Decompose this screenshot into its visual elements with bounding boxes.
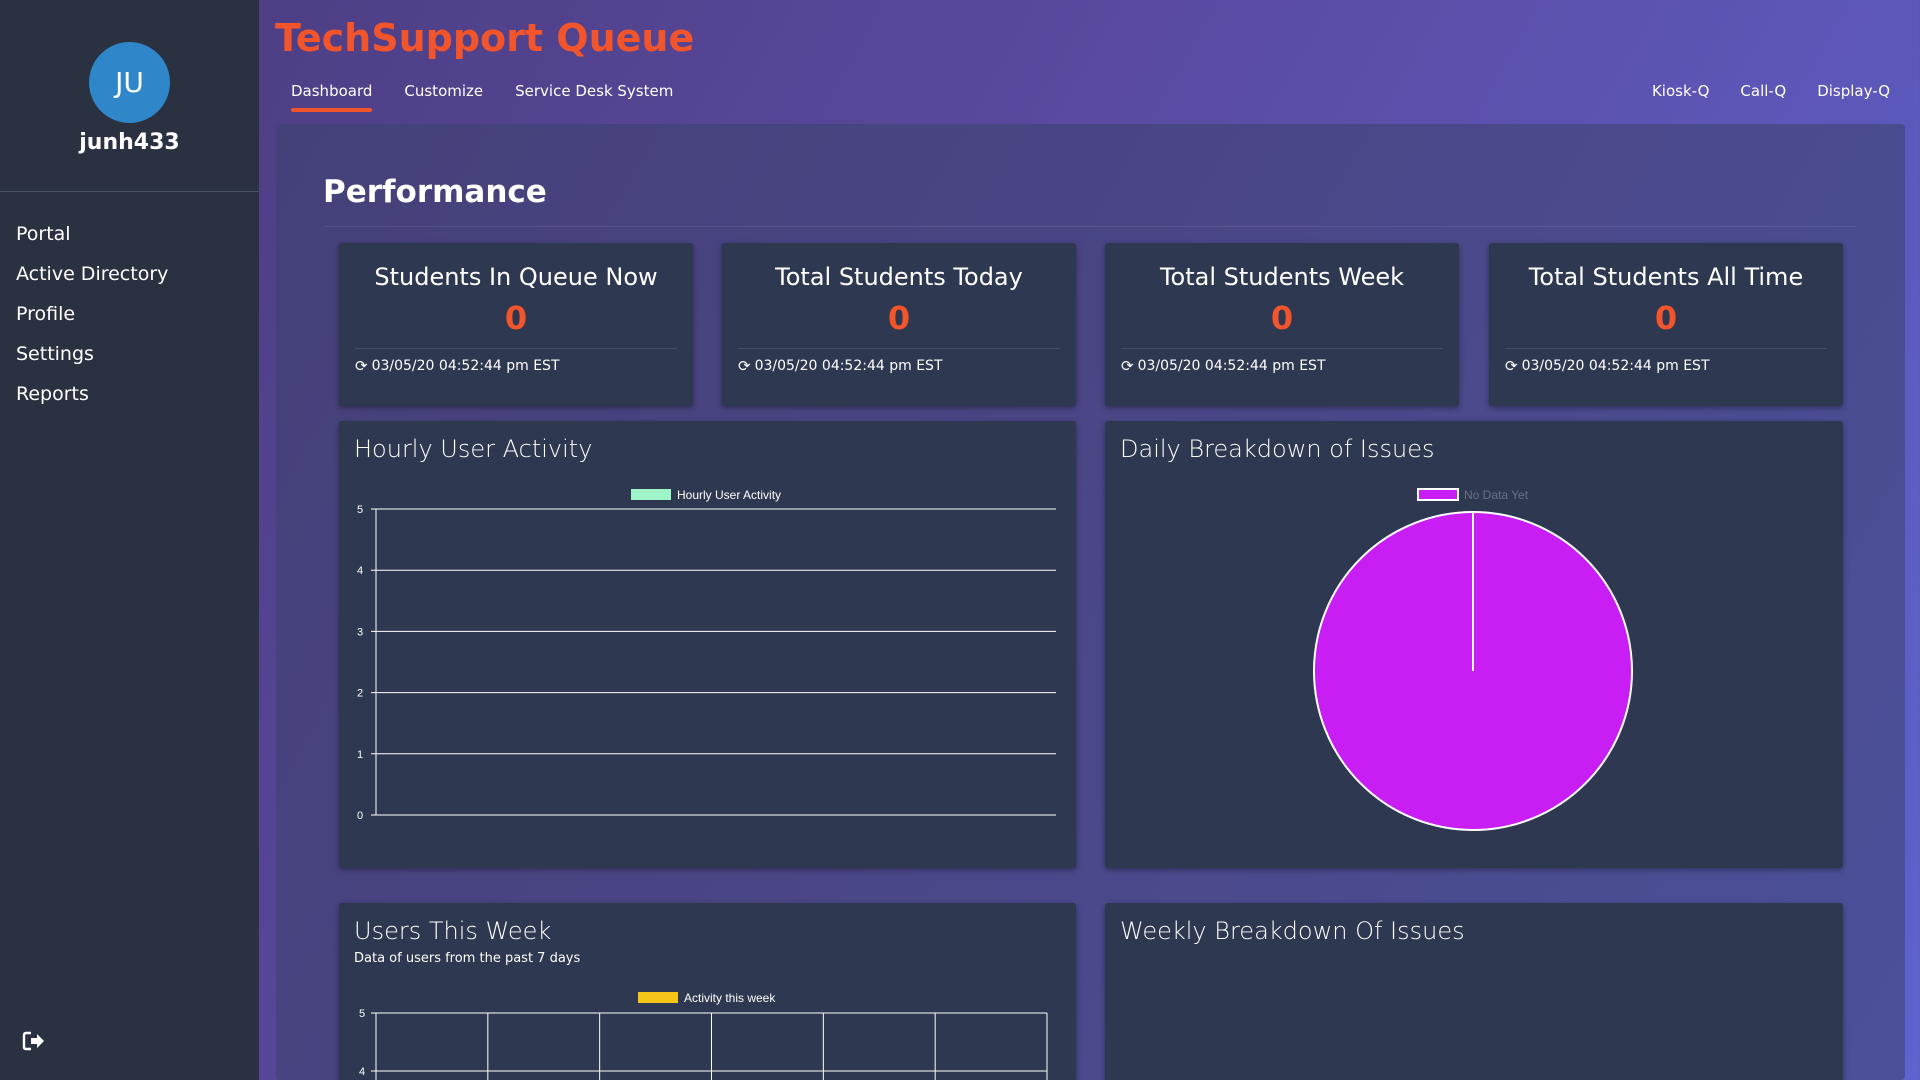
legend-label: No Data Yet xyxy=(1464,488,1529,502)
stat-label: Students In Queue Now xyxy=(374,263,658,291)
stat-value: 0 xyxy=(1654,299,1678,337)
refresh-icon[interactable]: ⟳ xyxy=(1505,357,1518,375)
link-kiosk-q[interactable]: Kiosk-Q xyxy=(1652,82,1709,100)
users-this-week-chart: Activity this week 5 4 xyxy=(359,991,1048,1080)
legend-swatch xyxy=(638,992,678,1003)
users-this-week-card: Users This Week Data of users from the p… xyxy=(339,903,1076,1080)
y-tick-label: 5 xyxy=(357,504,363,516)
legend-swatch xyxy=(631,489,671,500)
sidebar: JU junh433 Portal Active Directory Profi… xyxy=(0,0,259,1080)
tab-dashboard[interactable]: Dashboard xyxy=(291,82,373,112)
page-title: Performance xyxy=(323,174,547,210)
stat-divider xyxy=(1505,348,1827,349)
stat-value: 0 xyxy=(1270,299,1294,337)
stat-divider xyxy=(1121,348,1443,349)
stat-footer: ⟳ 03/05/20 04:52:44 pm EST xyxy=(1121,357,1326,375)
stat-card-week: Total Students Week 0 ⟳ 03/05/20 04:52:4… xyxy=(1105,243,1459,406)
link-display-q[interactable]: Display-Q xyxy=(1817,82,1890,100)
y-tick-label: 1 xyxy=(357,749,363,761)
sidebar-item-portal[interactable]: Portal xyxy=(16,220,168,260)
stat-timestamp: 03/05/20 04:52:44 pm EST xyxy=(754,358,943,374)
weekly-issues-card: Weekly Breakdown Of Issues xyxy=(1105,903,1843,1080)
daily-issues-chart: No Data Yet xyxy=(1313,488,1633,831)
y-tick-label: 3 xyxy=(357,626,363,638)
main-tabs: Dashboard Customize Service Desk System xyxy=(291,82,673,112)
sidebar-item-settings[interactable]: Settings xyxy=(16,340,168,380)
legend-label: Activity this week xyxy=(684,991,776,1005)
sidebar-item-reports[interactable]: Reports xyxy=(16,380,168,420)
sidebar-item-active-directory[interactable]: Active Directory xyxy=(16,260,168,300)
tab-service-desk-system[interactable]: Service Desk System xyxy=(515,82,673,112)
tab-customize[interactable]: Customize xyxy=(404,82,483,112)
legend-swatch xyxy=(1417,488,1459,501)
stat-footer: ⟳ 03/05/20 04:52:44 pm EST xyxy=(1505,357,1710,375)
sidebar-item-profile[interactable]: Profile xyxy=(16,300,168,340)
stat-footer: ⟳ 03/05/20 04:52:44 pm EST xyxy=(738,357,943,375)
username: junh433 xyxy=(79,130,180,155)
stat-timestamp: 03/05/20 04:52:44 pm EST xyxy=(371,358,560,374)
card-title: Weekly Breakdown Of Issues xyxy=(1120,917,1465,945)
stat-card-today: Total Students Today 0 ⟳ 03/05/20 04:52:… xyxy=(722,243,1076,406)
stat-value: 0 xyxy=(504,299,528,337)
app-title: TechSupport Queue xyxy=(275,16,695,60)
stat-timestamp: 03/05/20 04:52:44 pm EST xyxy=(1137,358,1326,374)
stat-label: Total Students Today xyxy=(775,263,1023,291)
stat-label: Total Students All Time xyxy=(1528,263,1804,291)
sidebar-nav: Portal Active Directory Profile Settings… xyxy=(16,220,168,420)
stat-card-in-queue: Students In Queue Now 0 ⟳ 03/05/20 04:52… xyxy=(339,243,693,406)
y-tick-label: 4 xyxy=(357,565,363,577)
y-tick-label: 4 xyxy=(359,1066,365,1078)
refresh-icon[interactable]: ⟳ xyxy=(1121,357,1134,375)
stat-timestamp: 03/05/20 04:52:44 pm EST xyxy=(1521,358,1710,374)
y-tick-label: 5 xyxy=(359,1008,365,1020)
y-tick-label: 2 xyxy=(357,688,363,700)
hourly-activity-card: Hourly User Activity Hourly User Activit… xyxy=(339,421,1076,868)
y-tick-label: 0 xyxy=(357,810,363,822)
sidebar-divider xyxy=(0,191,259,192)
link-call-q[interactable]: Call-Q xyxy=(1740,82,1786,100)
stat-footer: ⟳ 03/05/20 04:52:44 pm EST xyxy=(355,357,560,375)
avatar[interactable]: JU xyxy=(89,42,170,123)
stat-divider xyxy=(355,348,677,349)
stat-value: 0 xyxy=(887,299,911,337)
hourly-activity-chart: Hourly User Activity 0 1 2 3 4 5 xyxy=(357,488,1056,822)
logout-icon[interactable] xyxy=(22,1030,48,1052)
stat-card-all-time: Total Students All Time 0 ⟳ 03/05/20 04:… xyxy=(1489,243,1843,406)
refresh-icon[interactable]: ⟳ xyxy=(738,357,751,375)
stat-divider xyxy=(738,348,1060,349)
title-divider xyxy=(323,226,1857,227)
stat-label: Total Students Week xyxy=(1159,263,1405,291)
daily-issues-card: Daily Breakdown of Issues No Data Yet xyxy=(1105,421,1843,868)
queue-links: Kiosk-Q Call-Q Display-Q xyxy=(1652,82,1890,100)
legend-label: Hourly User Activity xyxy=(677,488,781,502)
refresh-icon[interactable]: ⟳ xyxy=(355,357,368,375)
